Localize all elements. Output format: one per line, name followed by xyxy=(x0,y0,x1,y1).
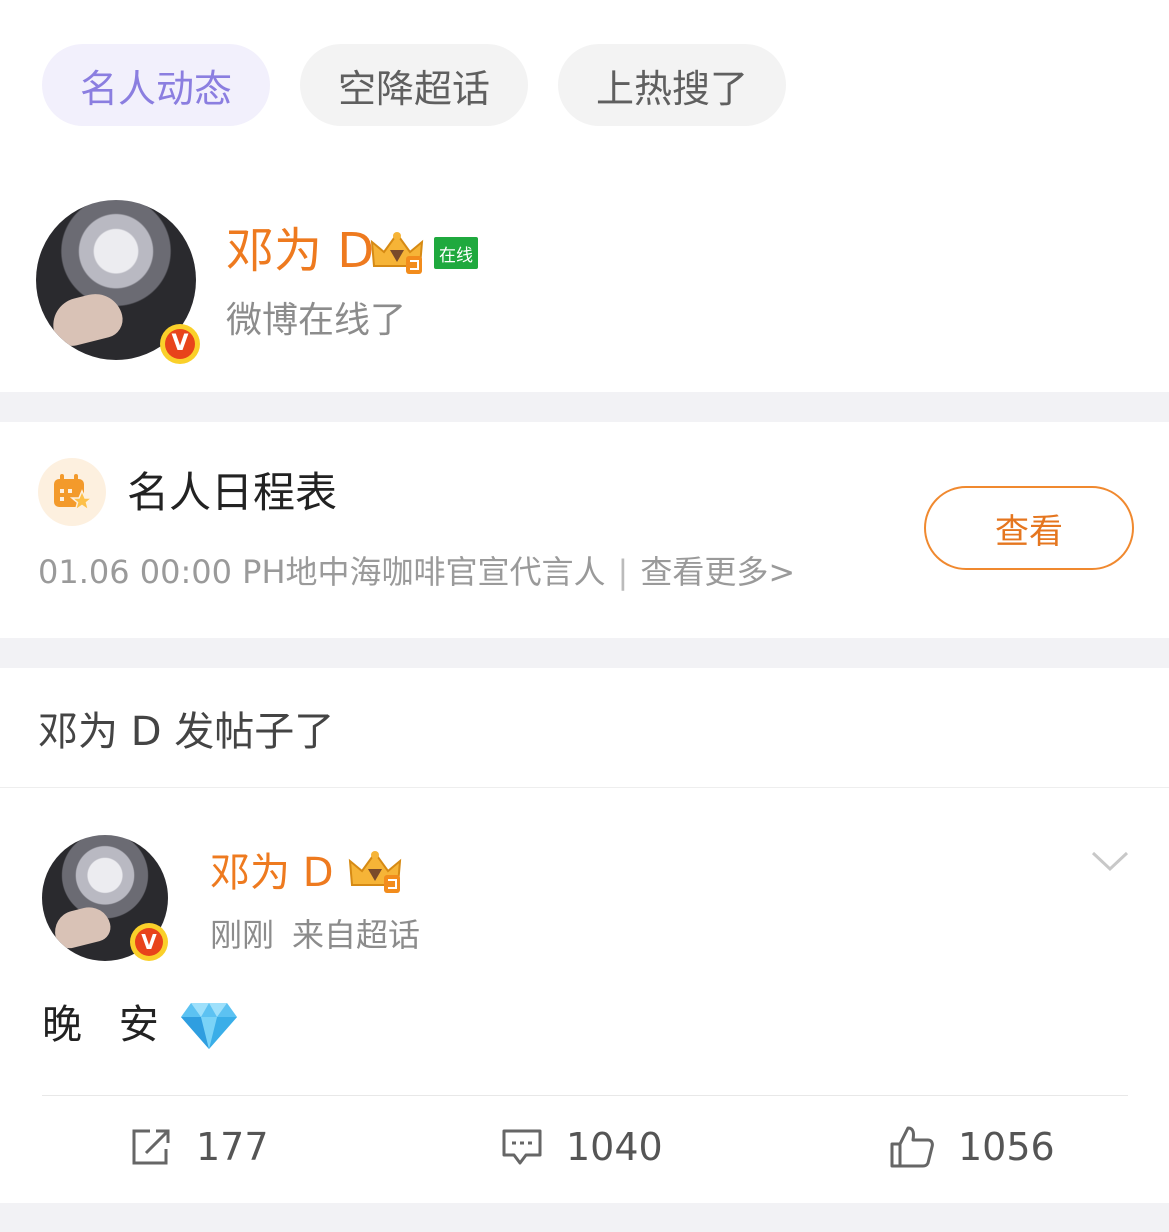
comment-button[interactable]: 1040 xyxy=(500,1115,663,1179)
online-user-card[interactable]: V 邓为 D 在线 微博在线了 xyxy=(0,200,1169,392)
comment-count: 1040 xyxy=(566,1125,663,1169)
view-more-link[interactable]: 查看更多> xyxy=(640,553,795,591)
thumbs-up-icon xyxy=(890,1126,934,1168)
diamond-icon xyxy=(180,1003,237,1049)
schedule-divider: | xyxy=(617,553,629,591)
weibo-feed-page: 名人动态 空降超话 上热搜了 V 邓为 D 在线 微博在线了 名人日程表 01.… xyxy=(0,0,1169,1232)
repost-count: 177 xyxy=(196,1125,269,1169)
tab-supertopic[interactable]: 空降超话 xyxy=(300,44,528,126)
post-content: 晚 安 xyxy=(42,999,239,1051)
schedule-info: 01.06 00:00 PH地中海咖啡官宣代言人 | 查看更多> xyxy=(38,550,795,594)
post-meta: 刚刚 来自超话 xyxy=(210,913,420,957)
online-status-text: 微博在线了 xyxy=(226,300,407,341)
tab-trending[interactable]: 上热搜了 xyxy=(558,44,786,126)
calendar-star-icon xyxy=(38,458,106,526)
comment-icon xyxy=(502,1129,542,1165)
post-section-title: 邓为 D 发帖子了 xyxy=(38,709,335,755)
crown-icon xyxy=(348,851,402,893)
verified-mark: V xyxy=(135,928,163,956)
like-count: 1056 xyxy=(958,1125,1055,1169)
section-separator xyxy=(0,392,1169,422)
like-button[interactable]: 1056 xyxy=(888,1115,1055,1179)
post-text: 晚 安 xyxy=(42,1002,171,1048)
post-author-name[interactable]: 邓为 D xyxy=(210,847,334,899)
crown-icon xyxy=(370,232,424,274)
celebrity-schedule-card: 名人日程表 01.06 00:00 PH地中海咖啡官宣代言人 | 查看更多> 查看 xyxy=(0,422,1169,638)
post-divider xyxy=(42,1095,1128,1096)
post-card[interactable]: V 邓为 D 刚刚 来自超话 晚 安 177 1040 1056 xyxy=(0,789,1169,1203)
tab-celebrity-updates[interactable]: 名人动态 xyxy=(42,44,270,126)
verified-badge-icon: V xyxy=(160,324,200,364)
post-actions: 177 1040 1056 xyxy=(0,1115,1169,1179)
repost-button[interactable]: 177 xyxy=(130,1115,269,1179)
post-section-header: 邓为 D 发帖子了 xyxy=(0,668,1169,788)
online-badge: 在线 xyxy=(434,237,478,269)
user-name[interactable]: 邓为 D xyxy=(226,222,374,280)
post-source[interactable]: 来自超话 xyxy=(292,916,420,954)
schedule-title: 名人日程表 xyxy=(127,468,338,517)
chevron-down-icon[interactable] xyxy=(1090,849,1130,873)
section-separator xyxy=(0,638,1169,668)
repost-icon xyxy=(132,1129,170,1165)
schedule-event-text: 01.06 00:00 PH地中海咖啡官宣代言人 xyxy=(38,553,606,591)
category-tabs: 名人动态 空降超话 上热搜了 xyxy=(42,44,786,126)
view-schedule-button[interactable]: 查看 xyxy=(924,486,1134,570)
post-time: 刚刚 xyxy=(210,916,275,954)
section-separator xyxy=(0,1203,1169,1232)
verified-mark: V xyxy=(165,329,195,359)
verified-badge-icon: V xyxy=(130,923,168,961)
